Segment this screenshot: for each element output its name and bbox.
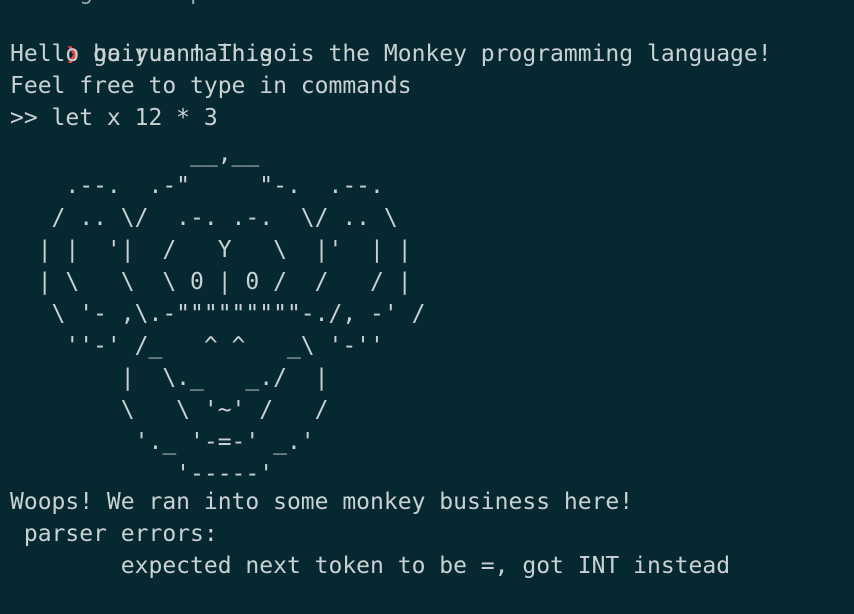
terminal-window[interactable]: g p ❯ go run main.go Hello baiyuan! This… [0,0,854,614]
final-prompt-line[interactable]: >> [10,582,110,614]
repl-input-line: >> let x 12 * 3 [10,105,218,131]
greeting-line: Hello baiyuan! This is the Monkey progra… [10,41,772,67]
error-detail: expected next token to be =, got INT ins… [10,553,731,579]
monkey-ascii-art: __,__ .--. .-" "-. .--. / .. \/ .-. .-. … [37,141,426,487]
command-line: ❯ go run main.go [10,6,287,67]
error-title: Woops! We ran into some monkey business … [10,489,634,515]
parser-errors-label: parser errors: [10,521,218,547]
instructions-line: Feel free to type in commands [10,73,412,99]
